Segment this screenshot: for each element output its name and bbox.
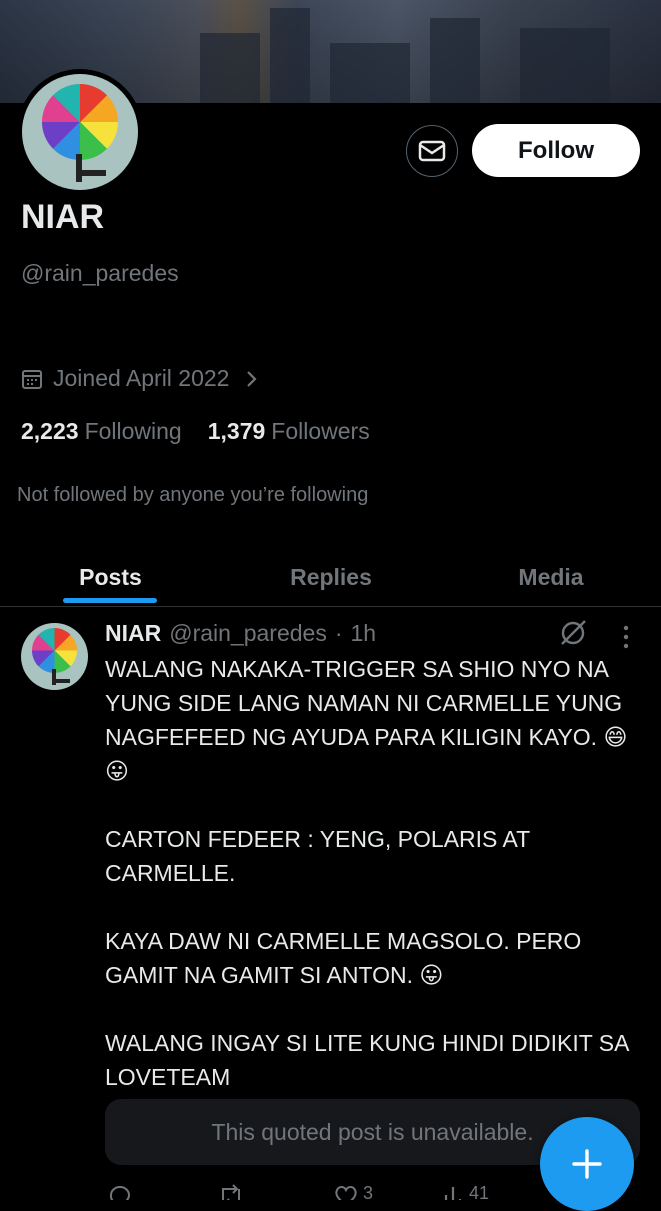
avatar-image: [22, 74, 138, 190]
more-icon[interactable]: [616, 622, 636, 652]
banner-building: [330, 43, 410, 103]
view-count: 41: [469, 1183, 490, 1200]
followers-count: 1,379: [207, 418, 266, 444]
post-author-handle[interactable]: @rain_paredes: [169, 620, 327, 647]
like-button[interactable]: 3: [333, 1183, 373, 1200]
quoted-post-text: This quoted post is unavailable.: [211, 1118, 534, 1145]
plus-icon: [572, 1149, 602, 1179]
banner-building: [520, 28, 610, 103]
repost-button[interactable]: [217, 1183, 245, 1200]
post-separator: ·: [334, 620, 343, 646]
followers-stat[interactable]: 1,379 Followers: [208, 418, 370, 445]
calendar-icon: [22, 369, 42, 389]
profile-handle: @rain_paredes: [21, 260, 179, 286]
post-header: NIAR @rain_paredes · 1h: [105, 620, 376, 647]
reply-icon: [109, 1186, 130, 1200]
joined-label: Joined April 2022: [53, 365, 230, 391]
reply-button[interactable]: [107, 1183, 133, 1200]
chevron-right-icon: [247, 370, 258, 387]
post-text: WALANG NAKAKA-TRIGGER SA SHIO NYO NA YUN…: [105, 656, 629, 1090]
compose-post-button[interactable]: [540, 1117, 634, 1211]
views-icon: [444, 1187, 462, 1200]
like-count: 3: [363, 1183, 374, 1200]
views-button[interactable]: 41: [443, 1183, 489, 1200]
umbrella-graphic: [32, 628, 77, 673]
following-label: Following: [84, 418, 182, 444]
post-avatar[interactable]: [21, 623, 88, 690]
grok-icon[interactable]: [556, 616, 590, 650]
profile-avatar[interactable]: [17, 69, 143, 195]
tab-media[interactable]: Media: [441, 548, 661, 606]
following-count: 2,223: [21, 418, 79, 444]
banner-building: [430, 18, 480, 103]
banner-building: [200, 33, 260, 103]
umbrella-handle: [56, 679, 70, 683]
umbrella-handle: [82, 170, 106, 176]
umbrella-handle: [76, 154, 82, 182]
like-icon: [335, 1186, 357, 1200]
joined-date[interactable]: Joined April 2022: [21, 365, 259, 392]
following-stat[interactable]: 2,223 Following: [21, 418, 182, 445]
message-button[interactable]: [406, 125, 458, 177]
profile-name: NIAR: [21, 198, 105, 236]
post-author-name[interactable]: NIAR: [105, 620, 161, 647]
follow-button[interactable]: Follow: [472, 124, 640, 177]
post-time[interactable]: 1h: [351, 620, 377, 647]
active-tab-indicator: [63, 598, 157, 603]
umbrella-graphic: [42, 84, 118, 160]
repost-icon: [222, 1184, 240, 1200]
tab-replies[interactable]: Replies: [221, 548, 441, 606]
message-icon: [418, 140, 446, 162]
follow-stats: 2,223 Following 1,379 Followers: [21, 418, 370, 445]
followers-label: Followers: [271, 418, 370, 444]
banner-building: [270, 8, 310, 103]
mutual-followers-note: Not followed by anyone you’re following: [17, 484, 369, 506]
